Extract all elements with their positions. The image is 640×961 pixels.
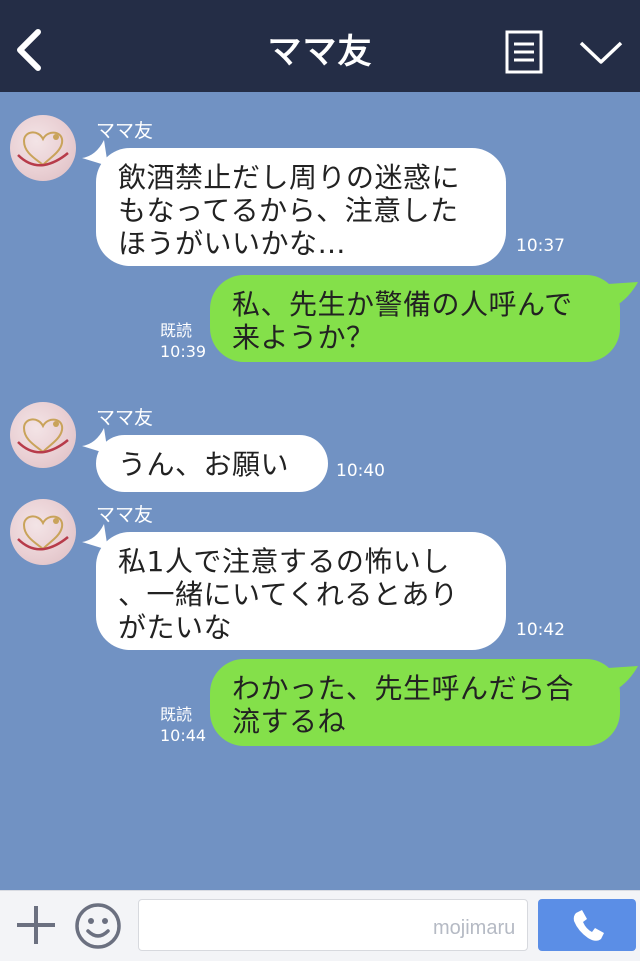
add-attachment-button[interactable] bbox=[14, 903, 58, 947]
message-time: 10:40 bbox=[336, 461, 385, 481]
emoji-button[interactable] bbox=[74, 902, 122, 950]
message-time: 10:37 bbox=[516, 236, 565, 256]
call-button[interactable] bbox=[538, 899, 636, 951]
watermark-text: mojimaru bbox=[433, 917, 516, 939]
message-line: 飲酒禁止だし周りの迷惑に bbox=[118, 161, 461, 194]
message-line: 、一緒にいてくれるとあり bbox=[118, 578, 459, 611]
collapse-button[interactable] bbox=[578, 38, 624, 68]
message-bubble-outgoing[interactable]: わかった、先生呼んだら合 流するね bbox=[210, 659, 620, 746]
message-bubble-incoming[interactable]: 私1人で注意するの怖いし 、一緒にいてくれるとあり がたいな bbox=[96, 532, 506, 650]
smiley-icon bbox=[75, 903, 121, 949]
heart-necklace-icon bbox=[17, 418, 69, 454]
input-bar: mojimaru bbox=[0, 890, 640, 961]
message-bubble-outgoing[interactable]: 私、先生か警備の人呼んで 来ようか？ bbox=[210, 275, 620, 362]
chevron-down-icon bbox=[579, 41, 623, 64]
chat-header: ママ友 bbox=[0, 0, 640, 92]
chevron-left-icon bbox=[17, 29, 41, 71]
message-line: 私、先生か警備の人呼んで bbox=[232, 288, 573, 321]
message-time: 10:42 bbox=[516, 620, 565, 640]
message-time: 10:39 bbox=[160, 342, 207, 361]
avatar[interactable] bbox=[10, 115, 76, 181]
avatar[interactable] bbox=[10, 499, 76, 565]
menu-list-icon bbox=[505, 30, 543, 74]
heart-necklace-icon bbox=[17, 515, 69, 551]
heart-necklace-icon bbox=[17, 131, 69, 167]
message-list[interactable]: ママ友 飲酒禁止だし周りの迷惑に もなってるから、注意した ほうがいいかな… 1… bbox=[0, 92, 640, 890]
message-line: 来ようか？ bbox=[232, 321, 375, 354]
plus-icon bbox=[17, 906, 55, 944]
message-line: 私1人で注意するの怖いし bbox=[118, 545, 450, 578]
read-receipt: 既読 10:39 bbox=[160, 320, 206, 362]
read-label: 既読 bbox=[160, 321, 193, 340]
message-line: わかった、先生呼んだら合 bbox=[232, 672, 575, 705]
message-line: ほうがいいかな… bbox=[118, 227, 347, 260]
phone-icon bbox=[573, 910, 604, 941]
message-time: 10:44 bbox=[160, 726, 207, 745]
message-line: もなってるから、注意した bbox=[118, 194, 459, 227]
message-line: がたいな bbox=[118, 611, 233, 644]
message-line: 流するね bbox=[232, 705, 347, 738]
read-label: 既読 bbox=[160, 705, 193, 724]
menu-button[interactable] bbox=[505, 30, 543, 74]
avatar[interactable] bbox=[10, 402, 76, 468]
message-line: うん、お願い bbox=[118, 448, 290, 481]
message-bubble-incoming[interactable]: 飲酒禁止だし周りの迷惑に もなってるから、注意した ほうがいいかな… bbox=[96, 148, 506, 266]
message-bubble-incoming[interactable]: うん、お願い bbox=[96, 435, 328, 492]
read-receipt: 既読 10:44 bbox=[160, 704, 206, 746]
chat-title: ママ友 bbox=[267, 32, 373, 72]
back-button[interactable] bbox=[12, 26, 52, 74]
